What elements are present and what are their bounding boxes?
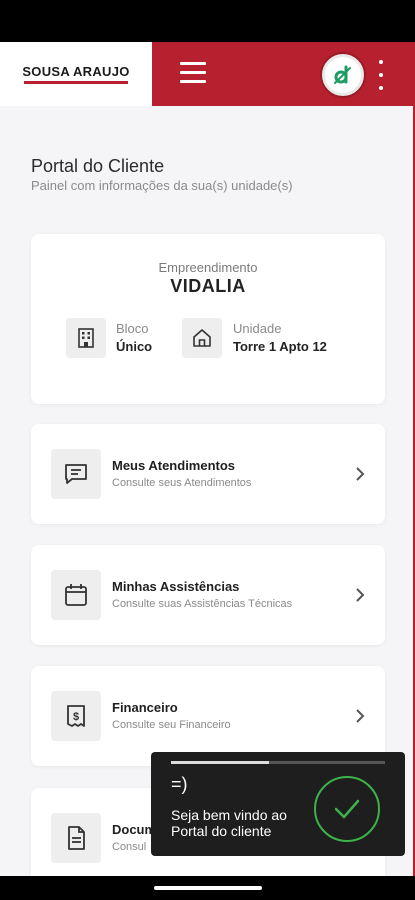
system-navigation-bar [0,876,415,900]
welcome-toast[interactable]: =) Seja bem vindo ao Portal do cliente [151,752,405,856]
more-dot [379,73,383,77]
nav-title: Docum [112,822,157,837]
avatar[interactable] [322,54,364,96]
chevron-right-icon [356,709,365,723]
home-indicator[interactable] [154,886,262,890]
chevron-right-icon [356,588,365,602]
nav-card-atendimentos[interactable]: Meus Atendimentos Consulte seus Atendime… [31,424,385,524]
page-subtitle: Painel com informações da sua(s) unidade… [31,178,293,193]
bloco-value: Único [116,339,153,354]
bloco-label: Bloco [116,321,149,336]
page-title: Portal do Cliente [31,156,165,176]
message-icon [51,449,101,499]
toast-progress-fill [171,761,270,764]
more-options-button[interactable] [374,60,388,90]
calendar-icon [51,570,101,620]
nav-title: Meus Atendimentos [112,458,236,473]
status-bar [0,0,415,42]
svg-text:$: $ [73,711,79,723]
invoice-icon: $ [51,691,101,741]
building-icon [66,318,106,358]
more-dot [379,60,383,64]
nav-subtitle: Consul [112,841,147,853]
chevron-right-icon [356,467,365,481]
header-bar [152,42,415,106]
nav-card-financeiro[interactable]: $ Financeiro Consulte seu Financeiro [31,666,385,766]
app-header: SOUSA ARAUJO [0,42,415,106]
unidade-label: Unidade [233,321,282,336]
nav-subtitle: Consulte seu Financeiro [112,719,231,731]
empreendimento-value: VIDALIA [170,276,246,296]
nav-subtitle: Consulte seus Atendimentos [112,477,252,489]
avatar-logo-icon [334,65,351,84]
menu-button[interactable] [180,62,208,86]
nav-subtitle: Consulte suas Assistências Técnicas [112,598,293,610]
more-dot [379,86,383,90]
toast-emoticon: =) [171,774,188,794]
menu-icon-line [180,62,206,65]
toast-message: Seja bem vindo ao Portal do cliente [171,807,287,839]
unit-info-card: Empreendimento VIDALIA Bloco Único Unida… [31,234,385,404]
check-icon [314,776,380,842]
logo-text: SOUSA ARAUJO [22,63,130,79]
nav-title: Financeiro [112,700,178,715]
logo[interactable]: SOUSA ARAUJO [0,42,152,106]
document-icon [51,813,101,863]
menu-icon-line [180,80,206,83]
empreendimento-label: Empreendimento [158,260,258,275]
toast-progress-bar [171,761,385,764]
logo-underline [24,80,128,84]
menu-icon-line [180,71,206,74]
unidade-value: Torre 1 Apto 12 [233,339,327,354]
nav-card-assistencias[interactable]: Minhas Assistências Consulte suas Assist… [31,545,385,645]
home-icon [182,318,222,358]
nav-title: Minhas Assistências [112,579,240,594]
